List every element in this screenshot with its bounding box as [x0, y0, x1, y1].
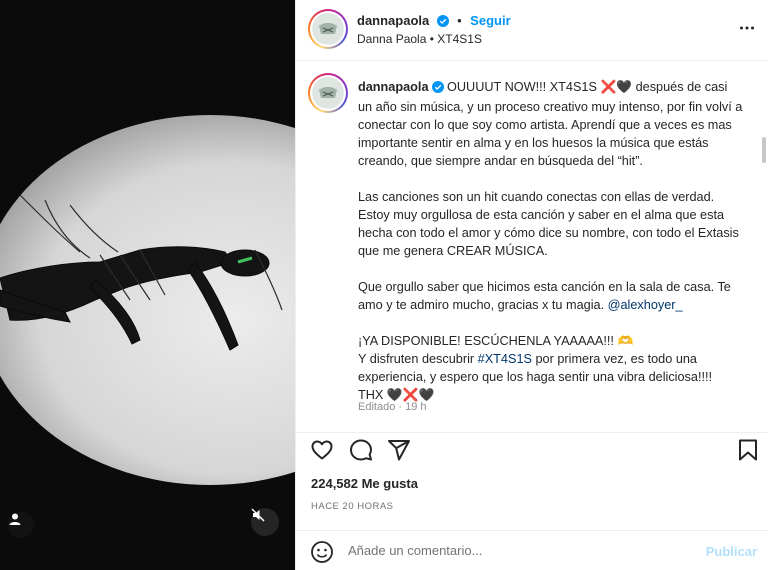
hashtag-link[interactable]: #XT4S1S [478, 352, 532, 366]
caption-area: dannapaola OUUUUT NOW!!! XT4S1S ❌🖤 despu… [296, 62, 768, 432]
caption-scrollbar[interactable] [762, 137, 766, 163]
separator-dot: • [457, 13, 462, 28]
caption-username[interactable]: dannapaola [358, 80, 429, 94]
post-media[interactable] [0, 0, 295, 570]
follow-button[interactable]: Seguir [470, 13, 510, 28]
caption-avatar[interactable] [308, 73, 348, 113]
edited-timestamp[interactable]: Editado · 19 h [358, 401, 427, 413]
more-options-icon[interactable] [739, 20, 755, 41]
comment-icon[interactable] [349, 438, 373, 467]
post-photo [0, 0, 295, 570]
likes-count[interactable]: 224,582 Me gusta [311, 476, 418, 491]
verified-badge-icon [436, 14, 449, 32]
user-tag-icon[interactable] [8, 512, 34, 538]
post-caption: dannapaola OUUUUT NOW!!! XT4S1S ❌🖤 despu… [358, 78, 744, 422]
caption-line-available: ¡YA DISPONIBLE! ESCÚCHENLA YAAAAA!!! 🫶 [358, 334, 634, 348]
post-subline[interactable]: Danna Paola • XT4S1S [357, 32, 482, 46]
bookmark-icon[interactable] [736, 438, 760, 467]
publish-button[interactable]: Publicar [706, 544, 757, 559]
caption-paragraph-2: Las canciones son un hit cuando conectas… [358, 190, 739, 258]
post-details-panel: dannapaola • Seguir Danna Paola • XT4S1S… [295, 0, 768, 570]
heart-icon[interactable] [310, 438, 334, 467]
avatar[interactable] [308, 9, 348, 49]
comment-bar: Publicar [296, 530, 768, 570]
post-header: dannapaola • Seguir Danna Paola • XT4S1S [296, 0, 768, 61]
post-username[interactable]: dannapaola [357, 13, 429, 28]
comment-input[interactable] [348, 543, 688, 558]
post-time[interactable]: HACE 20 HORAS [311, 501, 394, 512]
emoji-icon[interactable] [310, 540, 334, 569]
mention-link[interactable]: @alexhoyer_ [608, 298, 683, 312]
caption-line-thx: THX 🖤❌🖤 [358, 388, 435, 402]
send-icon[interactable] [387, 438, 411, 467]
muted-speaker-icon[interactable] [251, 508, 279, 536]
caption-line-enjoy: Y disfruten descubrir [358, 352, 478, 366]
verified-badge-icon [431, 80, 444, 98]
